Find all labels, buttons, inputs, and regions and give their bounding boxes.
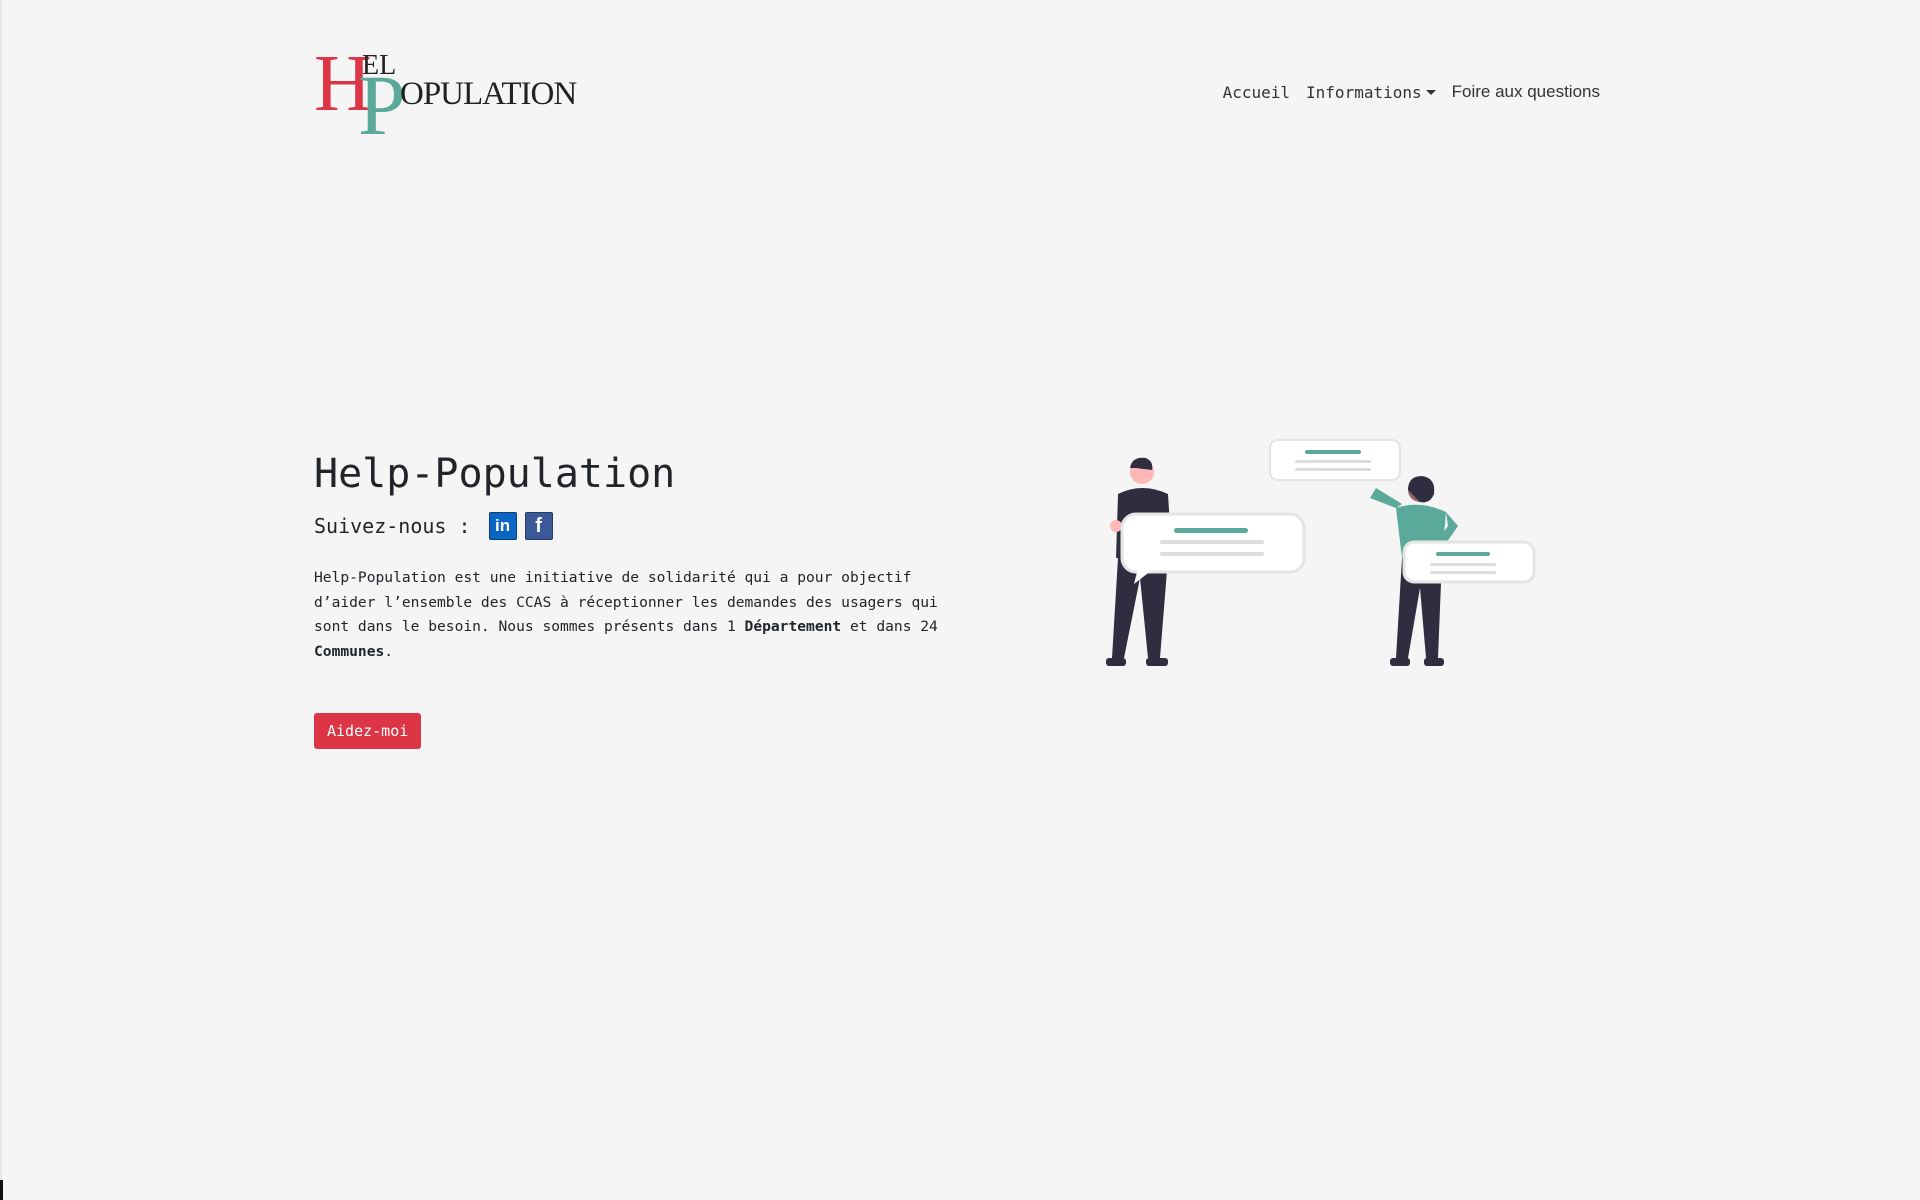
desc-text-2: et dans 24 (841, 618, 938, 635)
facebook-icon[interactable]: f (524, 512, 553, 540)
speech-bubble-top (1269, 439, 1401, 481)
speech-bubble-right (1402, 540, 1536, 584)
navbar: H EL P OPULATION Accueil Informations Fo… (314, 44, 1600, 148)
linkedin-icon[interactable]: in (488, 512, 517, 540)
chat-illustration (1106, 439, 1536, 666)
site-logo[interactable]: H EL P OPULATION (314, 44, 577, 148)
follow-us-row: Suivez-nous : in f (314, 512, 954, 540)
caret-down-icon (1425, 89, 1436, 95)
desc-communes: Communes (314, 642, 385, 660)
nav-faq-link[interactable]: Foire aux questions (1452, 82, 1600, 102)
nav-links: Accueil Informations Foire aux questions (1223, 82, 1600, 102)
aidez-moi-button[interactable]: Aidez-moi (314, 712, 422, 749)
nav-informations-label: Informations (1306, 82, 1422, 102)
nav-informations-dropdown[interactable]: Informations (1306, 83, 1436, 102)
text-cursor (0, 1180, 3, 1200)
linkedin-glyph: in (494, 516, 511, 535)
page-title: Help-Population (314, 451, 676, 497)
logo-letters-opulation: OPULATION (400, 76, 577, 112)
facebook-glyph: f (535, 514, 542, 537)
hero-description: Help-Population est une initiative de so… (314, 566, 944, 664)
nav-accueil-link[interactable]: Accueil (1223, 83, 1290, 102)
window-left-edge (0, 0, 2, 1200)
follow-us-label: Suivez-nous : (314, 514, 471, 538)
desc-text-3: . (384, 642, 394, 660)
desc-departement: Département (744, 618, 842, 635)
logo-letter-p: P (358, 57, 406, 153)
speech-bubble-large (1120, 512, 1306, 584)
hero-section: Help-Population Suivez-nous : in f Help-… (314, 450, 954, 749)
